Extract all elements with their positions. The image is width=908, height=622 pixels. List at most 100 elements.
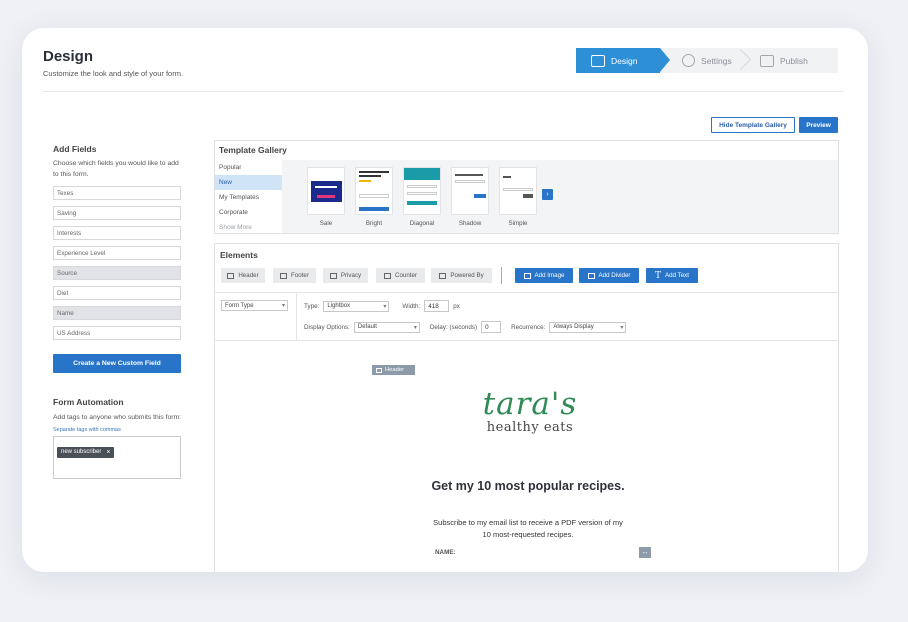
toggle-header-button[interactable]: Header (221, 268, 265, 283)
gallery-next-button[interactable]: › (542, 189, 553, 200)
resize-icon[interactable]: ↔ (639, 547, 651, 558)
template-preview (359, 207, 389, 211)
preview-button[interactable]: Preview (799, 117, 838, 133)
create-custom-field-button[interactable]: Create a New Custom Field (53, 354, 181, 373)
toggle-privacy-button[interactable]: Privacy (323, 268, 368, 283)
field-source[interactable]: Source (53, 266, 181, 280)
toggle-label: Header (238, 272, 259, 279)
add-fields-title: Add Fields (53, 144, 97, 154)
recurrence-label: Recurrence: (511, 323, 546, 331)
template-preview (359, 180, 371, 182)
template-gallery: Template Gallery Popular New My Template… (214, 140, 839, 234)
toggle-label: Footer (291, 272, 309, 279)
recurrence-select[interactable]: Always Display (549, 321, 627, 333)
template-preview (455, 180, 485, 183)
add-image-button[interactable]: Add Image (515, 268, 573, 283)
divider-icon (587, 272, 595, 279)
template-preview (317, 195, 335, 198)
footer-icon (280, 272, 288, 279)
step-settings[interactable]: Settings (660, 48, 746, 73)
template-strip: Sale Bright Diagonal Shadow Simple › (282, 160, 838, 233)
template-preview (407, 185, 437, 188)
template-preview (503, 176, 511, 178)
template-preview (404, 168, 440, 180)
template-thumb-shadow[interactable] (451, 167, 489, 215)
hide-template-gallery-button[interactable]: Hide Template Gallery (711, 117, 795, 133)
design-card: Design Customize the look and style of y… (22, 28, 868, 572)
page-subtitle: Customize the look and style of your for… (43, 69, 184, 78)
toggle-powered-by-button[interactable]: Powered By (431, 268, 492, 283)
step-design[interactable]: Design (576, 48, 670, 73)
field-us-address[interactable]: US Address (53, 326, 181, 340)
toggle-counter-button[interactable]: Counter (376, 268, 425, 283)
category-popular[interactable]: Popular (215, 160, 282, 175)
step-publish[interactable]: Publish (746, 48, 808, 73)
logo-subtitle: healthy eats (486, 420, 574, 435)
template-preview (523, 194, 533, 198)
header-chip-label: Header (385, 367, 405, 373)
toggle-footer-button[interactable]: Footer (273, 268, 316, 283)
form-subtext[interactable]: Subscribe to my email list to receive a … (429, 517, 627, 541)
field-diet[interactable]: Diet (53, 286, 181, 300)
category-new[interactable]: New (215, 175, 282, 190)
field-name[interactable]: Name (53, 306, 181, 320)
tag-label: new subscriber (61, 449, 102, 455)
name-field-label: NAME: (435, 549, 456, 556)
add-text-button[interactable]: T Add Text (646, 268, 698, 283)
template-category-list: Popular New My Templates Corporate Show … (215, 160, 282, 235)
field-texes[interactable]: Texes (53, 186, 181, 200)
gear-icon (682, 54, 695, 67)
template-thumb-diagonal[interactable] (403, 167, 441, 215)
header-divider (43, 91, 844, 92)
form-preview: Header tara's healthy eats Get my 10 mos… (215, 341, 838, 572)
template-preview (311, 181, 342, 202)
field-experience-level[interactable]: Experience Level (53, 246, 181, 260)
form-headline[interactable]: Get my 10 most popular recipes. (428, 478, 628, 495)
template-preview (474, 194, 486, 198)
template-thumb-bright[interactable] (355, 167, 393, 215)
form-automation-title: Form Automation (53, 397, 124, 407)
toolbar-separator (501, 267, 502, 284)
tags-input[interactable]: new subscriber × (53, 436, 181, 479)
add-label: Add Image (534, 272, 565, 279)
step-label: Design (611, 55, 638, 66)
template-label: Simple (508, 220, 528, 227)
add-divider-button[interactable]: Add Divider (579, 268, 639, 283)
progress-stepper: Design Settings Publish (576, 48, 838, 73)
template-thumb-simple[interactable] (499, 167, 537, 215)
elements-title: Elements (220, 250, 258, 260)
display-row: Display Options: Default Delay: (seconds… (304, 321, 627, 333)
template-preview (407, 192, 437, 195)
width-input[interactable]: 418 (424, 300, 450, 312)
category-corporate[interactable]: Corporate (215, 205, 282, 220)
elements-divider (215, 292, 838, 293)
delay-label: Delay: (seconds) (429, 323, 478, 331)
brand-logo[interactable]: tara's healthy eats (475, 388, 585, 435)
text-icon: T (655, 270, 662, 281)
toggle-label: Privacy (340, 272, 362, 279)
category-show-more[interactable]: Show More (215, 220, 282, 235)
display-options-select[interactable]: Default (353, 321, 420, 333)
display-options-label: Display Options: (304, 323, 350, 331)
controls-separator (296, 293, 297, 340)
type-select[interactable]: Lightbox (323, 300, 390, 312)
delay-input[interactable]: 0 (481, 321, 502, 333)
form-type-select[interactable]: Form Type (221, 300, 288, 311)
width-label: Width: (402, 302, 421, 310)
template-label: Sale (319, 220, 333, 227)
step-label: Settings (701, 55, 732, 66)
template-preview (359, 175, 381, 177)
close-icon[interactable]: × (106, 449, 110, 456)
add-label: Add Divider (598, 272, 631, 279)
category-my-templates[interactable]: My Templates (215, 190, 282, 205)
shield-icon (329, 272, 337, 279)
field-saving[interactable]: Saving (53, 206, 181, 220)
field-interests[interactable]: Interests (53, 226, 181, 240)
template-preview (455, 174, 483, 176)
template-preview (315, 186, 337, 188)
chevron-right-icon: › (546, 191, 549, 198)
template-thumb-sale[interactable] (307, 167, 345, 215)
header-icon (376, 367, 382, 373)
header-chip[interactable]: Header (372, 365, 415, 375)
template-preview (407, 201, 437, 205)
